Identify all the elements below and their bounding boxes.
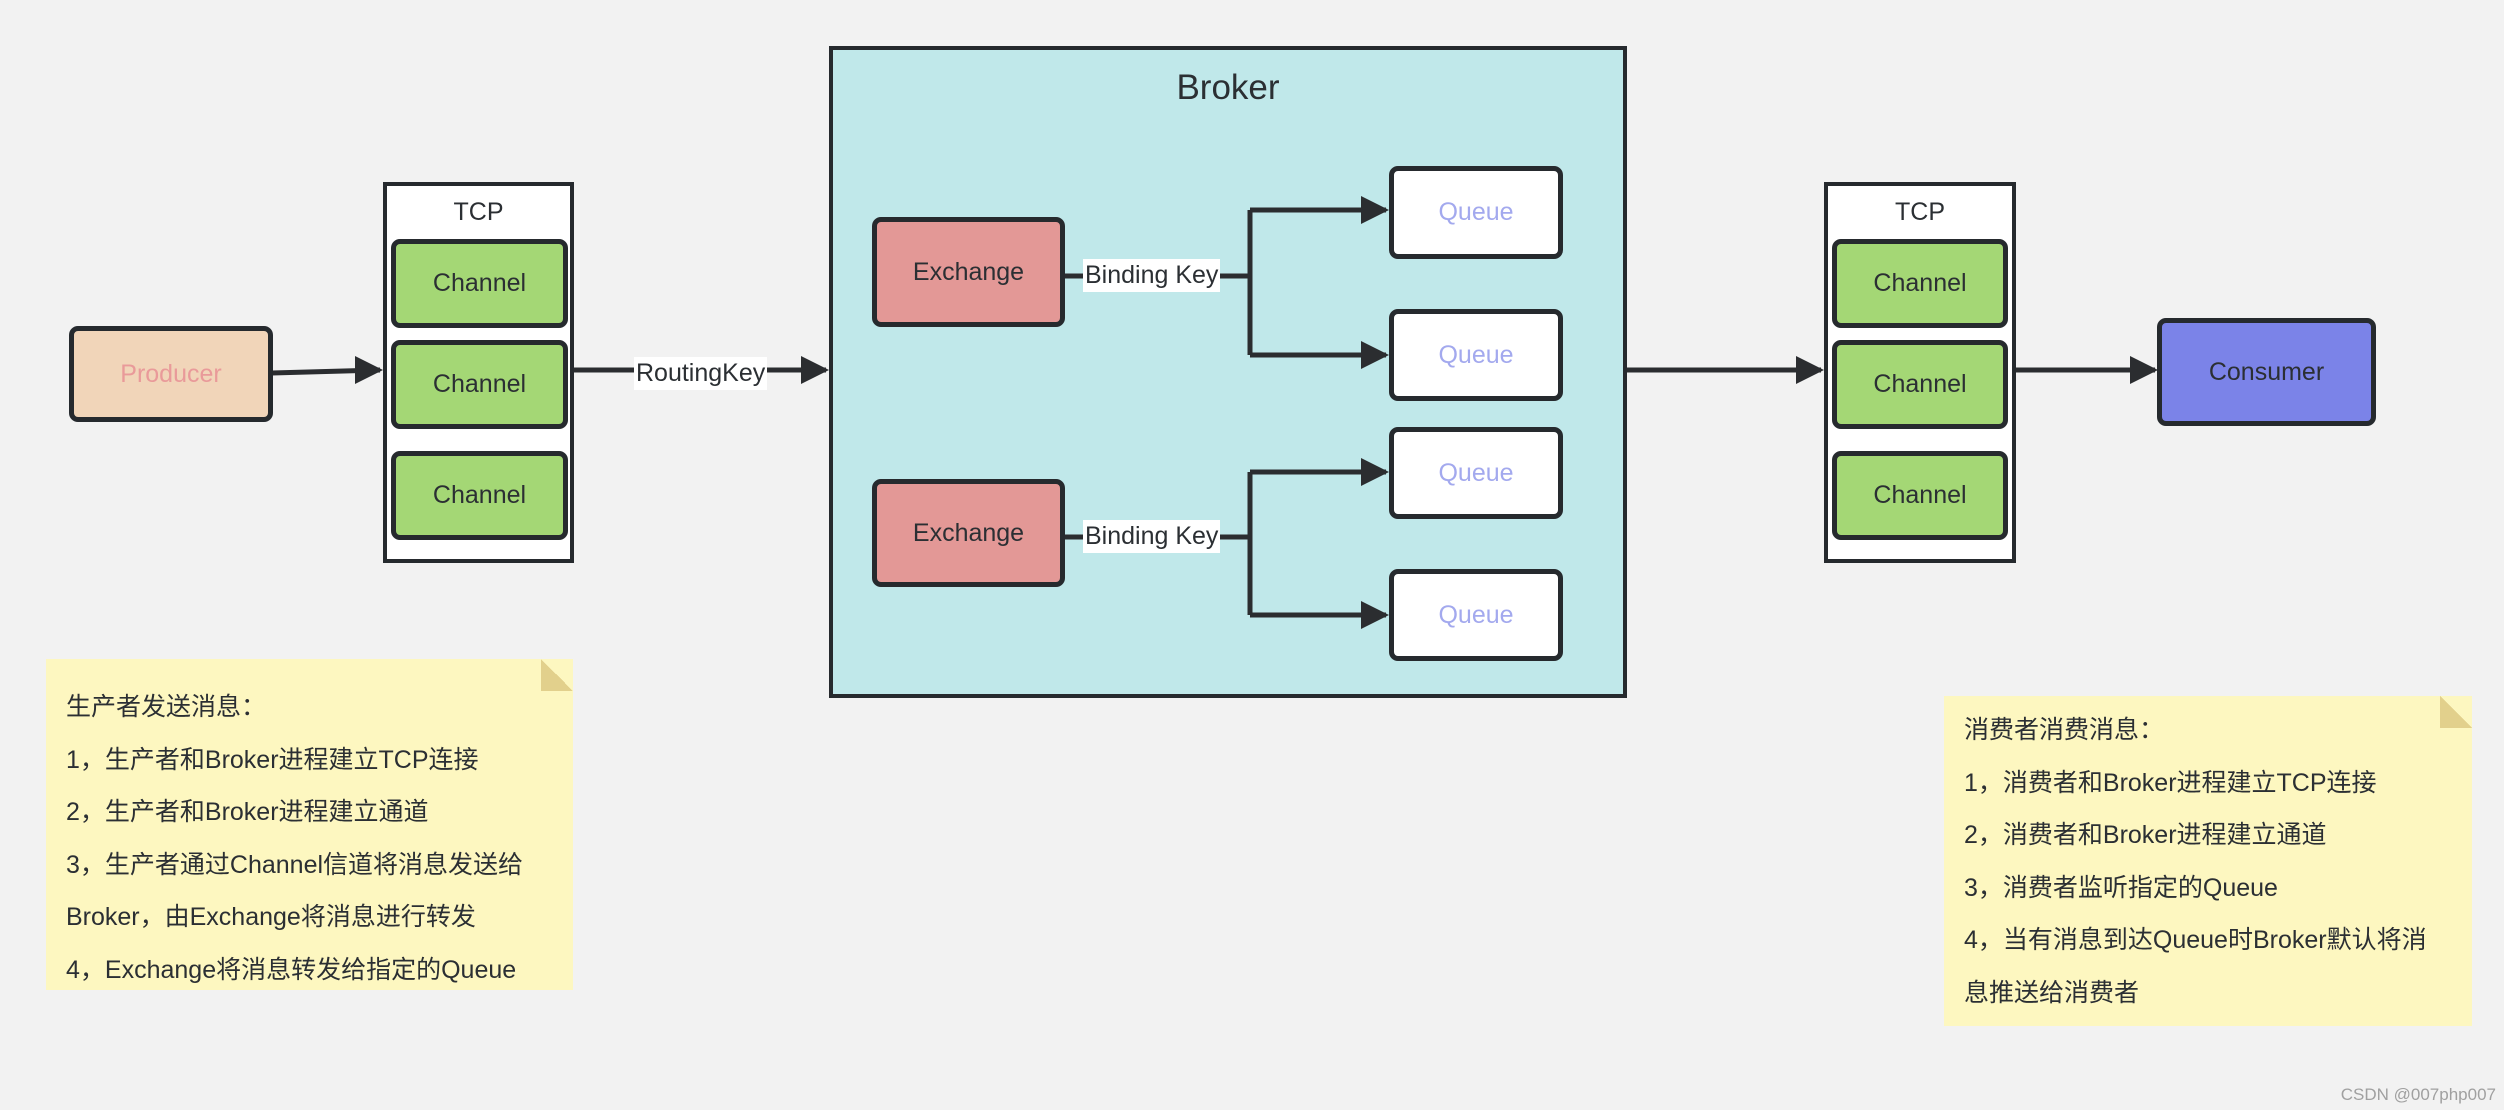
left-channel: Channel	[391, 340, 568, 429]
note-fold-icon	[541, 659, 573, 691]
note-title: 消费者消费消息：	[1964, 716, 2165, 744]
exchange-node: Exchange	[872, 217, 1065, 327]
binding-key-label: Binding Key	[1083, 259, 1221, 292]
producer-node: Producer	[69, 326, 273, 422]
producer-note: 生产者发送消息： 1，生产者和Broker进程建立TCP连接 2，生产者和Bro…	[46, 659, 573, 990]
right-tcp-title: TCP	[1895, 198, 1945, 226]
exchange-label: Exchange	[912, 518, 1025, 547]
queue-label: Queue	[1438, 458, 1514, 487]
note-line: 息推送给消费者	[1964, 978, 2140, 1007]
right-channel: Channel	[1832, 340, 2008, 429]
note-line: 3，生产者通过Channel信道将消息发送给	[66, 850, 524, 879]
consumer-label: Consumer	[2208, 357, 2325, 386]
queue-node: Queue	[1389, 427, 1563, 519]
note-line: 2，消费者和Broker进程建立通道	[1964, 821, 2327, 849]
note-line: 1，消费者和Broker进程建立TCP连接	[1964, 768, 2377, 797]
watermark: CSDN @007php007	[2340, 1085, 2496, 1104]
channel-label: Channel	[1873, 370, 1967, 398]
channel-label: Channel	[432, 269, 527, 297]
note-line: 1，生产者和Broker进程建立TCP连接	[66, 745, 479, 774]
note-fold-icon	[2440, 696, 2472, 728]
channel-label: Channel	[1873, 481, 1967, 509]
left-channel: Channel	[391, 239, 568, 328]
left-tcp-title: TCP	[453, 198, 504, 226]
routing-key-label: RoutingKey	[634, 357, 768, 390]
queue-label: Queue	[1438, 198, 1514, 226]
note-title: 生产者发送消息：	[66, 693, 267, 721]
queue-node: Queue	[1389, 309, 1563, 401]
queue-node: Queue	[1389, 569, 1563, 661]
right-channel: Channel	[1832, 451, 2008, 540]
exchange-node: Exchange	[872, 479, 1065, 587]
channel-label: Channel	[1873, 269, 1967, 297]
queue-label: Queue	[1438, 340, 1514, 369]
binding-key-label: Binding Key	[1083, 520, 1221, 553]
left-channel: Channel	[391, 451, 568, 540]
consumer-note: 消费者消费消息： 1，消费者和Broker进程建立TCP连接 2，消费者和Bro…	[1944, 696, 2472, 1026]
queue-node: Queue	[1389, 166, 1563, 259]
right-channel: Channel	[1832, 239, 2008, 328]
queue-label: Queue	[1438, 600, 1514, 629]
note-line: 4，Exchange将消息转发给指定的Queue	[66, 955, 517, 984]
channel-label: Channel	[432, 370, 527, 398]
exchange-label: Exchange	[912, 257, 1025, 286]
consumer-node: Consumer	[2157, 318, 2376, 426]
producer-label: Producer	[120, 359, 222, 388]
channel-label: Channel	[432, 481, 527, 509]
note-line: 2，生产者和Broker进程建立通道	[66, 798, 429, 826]
note-line: 3，消费者监听指定的Queue	[1964, 873, 2278, 902]
note-line: 4，当有消息到达Queue时Broker默认将消	[1964, 926, 2427, 954]
note-line: Broker，由Exchange将消息进行转发	[66, 903, 476, 931]
